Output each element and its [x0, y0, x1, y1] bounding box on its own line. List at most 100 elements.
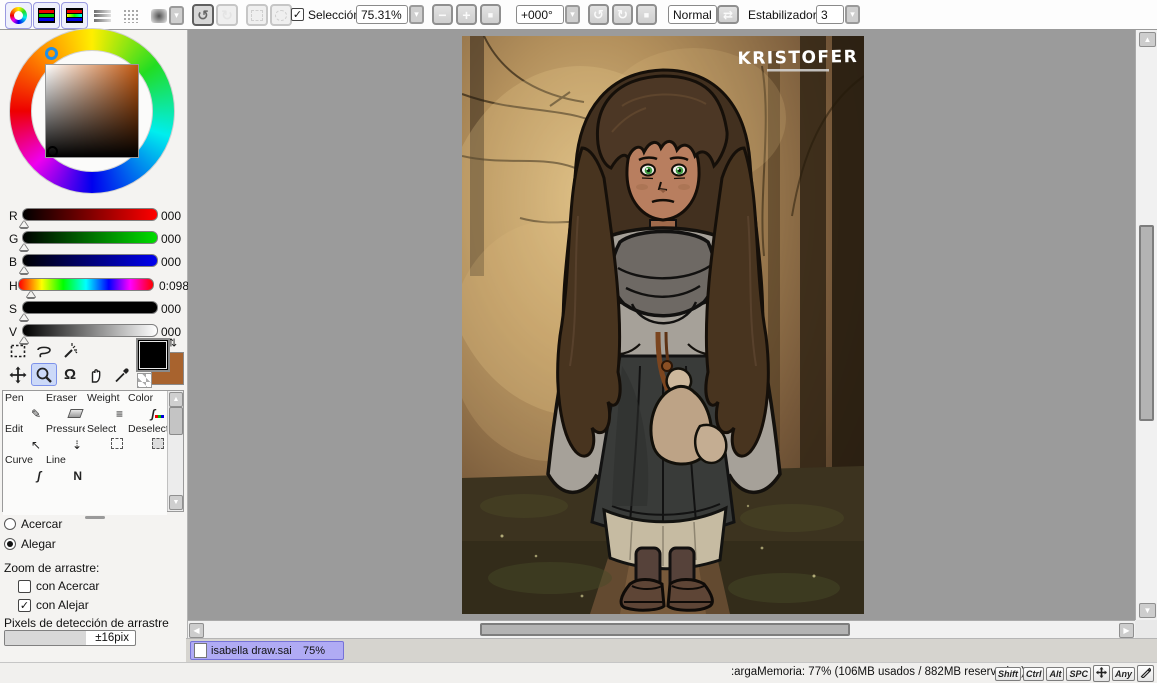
- tool-pressure[interactable]: Pressure⇣: [44, 422, 86, 454]
- tool-edit[interactable]: Edit↖: [3, 422, 45, 454]
- slider-track-v[interactable]: [22, 324, 158, 337]
- tool-slot-empty-6[interactable]: [44, 484, 86, 515]
- eyedropper-tool[interactable]: [109, 363, 135, 386]
- slider-track-s[interactable]: [22, 301, 158, 314]
- vertical-scrollbar[interactable]: ▲ ▼: [1135, 30, 1157, 620]
- angle-value-field[interactable]: +000°: [516, 5, 564, 24]
- rotate-cw-button[interactable]: ↻: [612, 4, 633, 25]
- blend-mode-button[interactable]: Normal: [668, 5, 717, 24]
- canvas-workspace[interactable]: KRISTOFER: [188, 30, 1135, 620]
- slider-thumb-h[interactable]: [27, 291, 35, 297]
- gray-sliders-panel-button[interactable]: [89, 2, 116, 29]
- zoom-dropdown[interactable]: ▾: [409, 5, 424, 24]
- checkbox-zoom-out-label: con Alejar: [36, 598, 89, 612]
- checkbox-drag-zoom-out[interactable]: ✓ con Alejar: [18, 598, 89, 612]
- tool-pen-label: Pen: [5, 392, 24, 404]
- selection-visible-checkbox[interactable]: ✓: [291, 8, 304, 21]
- palette-resize-grip[interactable]: [85, 516, 105, 519]
- hsv-sliders-panel-button[interactable]: [61, 2, 88, 29]
- palette-scroll-down-icon[interactable]: ▼: [169, 495, 183, 510]
- tool-slot-empty-4[interactable]: [126, 453, 167, 485]
- slider-track-b[interactable]: [22, 254, 158, 267]
- hand-tool[interactable]: [83, 363, 109, 386]
- tool-slot-empty-5[interactable]: [3, 484, 45, 515]
- panel-options-dropdown[interactable]: ▾: [169, 6, 184, 25]
- drag-detect-value: ±16pix: [95, 632, 129, 644]
- hue-cursor[interactable]: [45, 47, 58, 60]
- undo-button[interactable]: ↺: [192, 4, 214, 26]
- slider-thumb-r[interactable]: [20, 221, 28, 227]
- slider-track-r[interactable]: [22, 208, 158, 221]
- color-wheel-panel-button[interactable]: [5, 2, 32, 29]
- invert-selection-button[interactable]: [270, 4, 292, 26]
- slider-thumb-s[interactable]: [20, 314, 28, 320]
- horizontal-scrollbar[interactable]: ◀ ▶: [188, 620, 1135, 638]
- custom-brush-panel-button[interactable]: [145, 2, 172, 29]
- flip-canvas-button[interactable]: ⇄: [717, 5, 739, 24]
- rect-select-tool[interactable]: [5, 339, 31, 362]
- scroll-left-icon[interactable]: ◀: [189, 623, 204, 638]
- checkbox-box-zoom-in[interactable]: [18, 580, 31, 593]
- zoom-value-field[interactable]: 75.31%: [356, 5, 408, 24]
- tool-eraser[interactable]: Eraser: [44, 391, 86, 423]
- transparent-color-swatch[interactable]: [137, 373, 152, 388]
- scroll-up-icon[interactable]: ▲: [1139, 32, 1156, 47]
- tool-deselect[interactable]: Deselect: [126, 422, 167, 454]
- horizontal-scroll-thumb[interactable]: [480, 623, 850, 636]
- tool-slot-empty-1[interactable]: [83, 339, 109, 362]
- tool-edit-label: Edit: [5, 423, 23, 435]
- palette-scroll-up-icon[interactable]: ▲: [169, 392, 183, 407]
- zoom-out-button[interactable]: −: [432, 4, 453, 25]
- tool-slot-empty-2[interactable]: [109, 339, 135, 362]
- slider-track-h[interactable]: [18, 278, 154, 291]
- tool-pen[interactable]: Pen✎: [3, 391, 45, 423]
- slider-thumb-b[interactable]: [20, 267, 28, 273]
- stabilizer-dropdown[interactable]: ▾: [845, 5, 860, 24]
- pen-status-icon: [1140, 667, 1151, 678]
- checkbox-drag-zoom-in[interactable]: con Acercar: [18, 579, 99, 593]
- sv-cursor[interactable]: [47, 146, 58, 157]
- angle-dropdown[interactable]: ▾: [565, 5, 580, 24]
- checkbox-box-zoom-out[interactable]: ✓: [18, 599, 31, 612]
- palette-scrollbar[interactable]: ▲ ▼: [167, 391, 183, 511]
- rgb-sliders-panel-button[interactable]: [33, 2, 60, 29]
- radio-circle-zoom-in[interactable]: [4, 518, 16, 530]
- deselect-button[interactable]: [246, 4, 268, 26]
- vertical-scroll-thumb[interactable]: [1139, 225, 1154, 421]
- lasso-tool[interactable]: [31, 339, 57, 362]
- canvas-image[interactable]: KRISTOFER: [462, 36, 864, 614]
- saturation-value-square[interactable]: [45, 64, 139, 158]
- zoom-reset-button[interactable]: ■: [480, 4, 501, 25]
- tool-slot-empty-7[interactable]: [85, 484, 127, 515]
- stabilizer-field[interactable]: 3: [816, 5, 844, 24]
- scroll-right-icon[interactable]: ▶: [1119, 623, 1134, 638]
- tool-slot-empty-3[interactable]: [85, 453, 127, 485]
- rotate-view-tool[interactable]: Ω: [57, 363, 83, 386]
- move-tool[interactable]: [5, 363, 31, 386]
- drag-detect-slider[interactable]: ±16pix: [4, 630, 136, 646]
- radio-circle-zoom-out[interactable]: [4, 538, 16, 550]
- swatches-panel-button[interactable]: [117, 2, 144, 29]
- tool-curve[interactable]: Curveʃ: [3, 453, 45, 485]
- tool-color[interactable]: Colorʃ: [126, 391, 167, 423]
- scroll-down-icon[interactable]: ▼: [1139, 603, 1156, 618]
- rotate-ccw-button[interactable]: ↺: [588, 4, 609, 25]
- zoom-in-button[interactable]: +: [456, 4, 477, 25]
- slider-row-r: R 000: [0, 206, 188, 228]
- tool-line[interactable]: LineN: [44, 453, 86, 485]
- palette-scroll-thumb[interactable]: [169, 407, 183, 435]
- tool-slot-empty-8[interactable]: [126, 484, 167, 515]
- checkbox-zoom-in-label: con Acercar: [36, 579, 99, 593]
- zoom-tool-selected[interactable]: [31, 363, 57, 386]
- document-tab[interactable]: isabella draw.sai 75%: [190, 641, 344, 660]
- slider-thumb-g[interactable]: [20, 244, 28, 250]
- slider-track-g[interactable]: [22, 231, 158, 244]
- radio-zoom-in[interactable]: Acercar: [4, 517, 62, 531]
- redo-button[interactable]: ↻: [216, 4, 238, 26]
- angle-reset-button[interactable]: ■: [636, 4, 657, 25]
- magic-wand-tool[interactable]: [57, 339, 83, 362]
- foreground-color-swatch[interactable]: [136, 338, 170, 372]
- tool-weight[interactable]: Weight≡: [85, 391, 127, 423]
- tool-select[interactable]: Select: [85, 422, 127, 454]
- radio-zoom-out[interactable]: Alegar: [4, 537, 56, 551]
